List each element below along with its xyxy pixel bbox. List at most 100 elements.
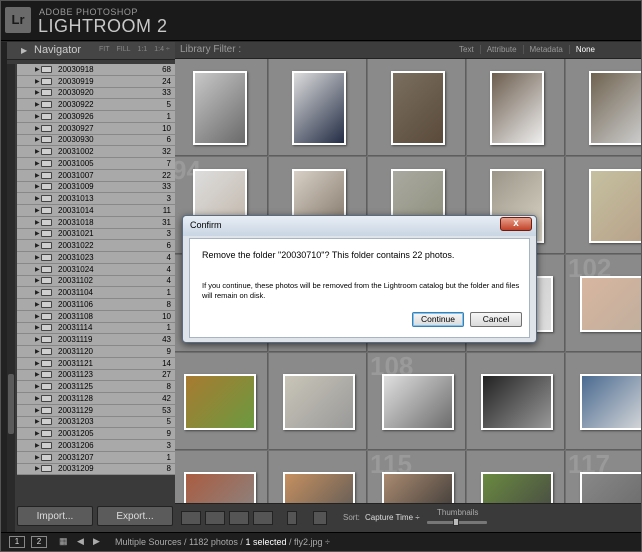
grid-cell[interactable] [175, 59, 268, 156]
grid-cell[interactable] [175, 353, 268, 450]
photo-thumbnail[interactable] [183, 374, 256, 430]
folder-row[interactable]: ▶ 20031119 43 [17, 334, 175, 346]
folder-scrollbar-thumb[interactable] [8, 374, 14, 434]
folder-row[interactable]: ▶ 20030927 10 [17, 122, 175, 135]
folder-row[interactable]: ▶ 20031114 1 [17, 322, 175, 335]
folder-row[interactable]: ▶ 20031023 4 [17, 252, 175, 264]
grid-cell[interactable]: 117 [566, 451, 641, 503]
folder-expand-icon[interactable]: ▶ [17, 442, 41, 449]
folder-row[interactable]: ▶ 20031123 27 [17, 369, 175, 382]
grid-cell[interactable]: 102 [566, 255, 641, 352]
photo-thumbnail[interactable] [390, 71, 445, 145]
photo-thumbnail[interactable] [381, 374, 454, 430]
folder-row[interactable]: ▶ 20031009 33 [17, 181, 175, 194]
folder-expand-icon[interactable]: ▶ [17, 242, 41, 249]
folder-expand-icon[interactable]: ▶ [17, 219, 41, 226]
grid-cell[interactable] [368, 59, 466, 156]
folder-row[interactable]: ▶ 20031014 11 [17, 205, 175, 217]
thumbnail-size-slider-knob[interactable] [453, 518, 459, 526]
zoom-1-4[interactable]: 1:4 ÷ [154, 46, 170, 53]
dialog-titlebar[interactable]: Confirm x [183, 216, 536, 236]
folder-expand-icon[interactable]: ▶ [17, 277, 41, 284]
photo-thumbnail[interactable] [489, 71, 544, 145]
filter-text[interactable]: Text [453, 45, 480, 54]
folder-row[interactable]: ▶ 20031002 32 [17, 146, 175, 158]
folder-row[interactable]: ▶ 20031106 8 [17, 299, 175, 311]
grid-icon[interactable]: ▦ [59, 536, 68, 547]
folder-row[interactable]: ▶ 20031007 22 [17, 169, 175, 182]
zoom-fit[interactable]: FIT [99, 46, 110, 53]
folder-row[interactable]: ▶ 20031209 8 [17, 463, 175, 476]
grid-cell[interactable] [269, 59, 367, 156]
folder-expand-icon[interactable]: ▶ [17, 207, 41, 214]
sort-select[interactable]: Capture Time ÷ [365, 513, 420, 522]
zoom-fill[interactable]: FILL [117, 46, 131, 53]
folder-expand-icon[interactable]: ▶ [17, 101, 41, 108]
folder-row[interactable]: ▶ 20031005 7 [17, 158, 175, 170]
grid-cell[interactable] [175, 451, 268, 503]
folder-row[interactable]: ▶ 20031021 3 [17, 228, 175, 241]
loupe-view-icon[interactable] [205, 511, 225, 525]
spray-can-icon[interactable] [287, 511, 297, 525]
sort-direction-icon[interactable] [313, 511, 327, 525]
photo-thumbnail[interactable] [579, 276, 641, 332]
folder-scrollbar[interactable] [7, 64, 15, 534]
folder-row[interactable]: ▶ 20031205 9 [17, 428, 175, 440]
folder-expand-icon[interactable]: ▶ [17, 348, 41, 355]
folder-expand-icon[interactable]: ▶ [17, 172, 41, 179]
folder-expand-icon[interactable]: ▶ [17, 430, 41, 437]
folder-expand-icon[interactable]: ▶ [17, 230, 41, 237]
folder-row[interactable]: ▶ 20031206 3 [17, 440, 175, 452]
folder-expand-icon[interactable]: ▶ [17, 301, 41, 308]
zoom-1-1[interactable]: 1:1 [138, 46, 148, 53]
grid-cell[interactable] [467, 353, 565, 450]
folder-row[interactable]: ▶ 20031129 53 [17, 404, 175, 417]
folder-row[interactable]: ▶ 20031128 42 [17, 393, 175, 405]
photo-thumbnail[interactable] [291, 71, 346, 145]
folder-expand-icon[interactable]: ▶ [17, 136, 41, 143]
photo-thumbnail[interactable] [192, 71, 247, 145]
compare-view-icon[interactable] [229, 511, 249, 525]
folder-expand-icon[interactable]: ▶ [17, 383, 41, 390]
grid-cell[interactable] [566, 353, 641, 450]
folder-row[interactable]: ▶ 20030926 1 [17, 111, 175, 123]
folder-expand-icon[interactable]: ▶ [17, 454, 41, 461]
folder-expand-icon[interactable]: ▶ [17, 336, 41, 343]
photo-thumbnail[interactable] [480, 472, 553, 503]
back-arrow-icon[interactable]: ◀ [77, 536, 84, 547]
photo-thumbnail[interactable] [282, 374, 355, 430]
grid-cell[interactable] [566, 59, 641, 156]
filter-metadata[interactable]: Metadata [522, 45, 569, 54]
folder-expand-icon[interactable]: ▶ [17, 324, 41, 331]
grid-cell[interactable] [467, 59, 565, 156]
monitor-2-button[interactable]: 2 [31, 536, 47, 548]
folder-expand-icon[interactable]: ▶ [17, 266, 41, 273]
monitor-1-button[interactable]: 1 [9, 536, 25, 548]
folder-expand-icon[interactable]: ▶ [17, 148, 41, 155]
survey-view-icon[interactable] [253, 511, 273, 525]
folder-expand-icon[interactable]: ▶ [17, 160, 41, 167]
folder-row[interactable]: ▶ 20031125 8 [17, 381, 175, 393]
folder-row[interactable]: ▶ 20031121 14 [17, 357, 175, 370]
folder-expand-icon[interactable]: ▶ [17, 465, 41, 472]
folder-row[interactable]: ▶ 20030922 5 [17, 99, 175, 111]
folder-expand-icon[interactable]: ▶ [17, 89, 41, 96]
folder-expand-icon[interactable]: ▶ [17, 78, 41, 85]
grid-cell[interactable] [566, 157, 641, 254]
photo-thumbnail[interactable] [183, 472, 256, 503]
folder-row[interactable]: ▶ 20031018 31 [17, 216, 175, 229]
folder-row[interactable]: ▶ 20031108 10 [17, 310, 175, 323]
folder-row[interactable]: ▶ 20030920 33 [17, 87, 175, 100]
thumbnail-size-slider[interactable] [427, 518, 487, 526]
folder-expand-icon[interactable]: ▶ [17, 195, 41, 202]
folder-expand-icon[interactable]: ▶ [17, 183, 41, 190]
photo-thumbnail[interactable] [588, 71, 641, 145]
folder-row[interactable]: ▶ 20031013 3 [17, 193, 175, 205]
cancel-button[interactable]: Cancel [470, 312, 522, 327]
photo-thumbnail[interactable] [480, 374, 553, 430]
filter-none[interactable]: None [568, 45, 601, 54]
photo-thumbnail[interactable] [381, 472, 454, 503]
folder-expand-icon[interactable]: ▶ [17, 66, 41, 73]
grid-cell[interactable] [269, 353, 367, 450]
folder-row[interactable]: ▶ 20031104 1 [17, 287, 175, 299]
